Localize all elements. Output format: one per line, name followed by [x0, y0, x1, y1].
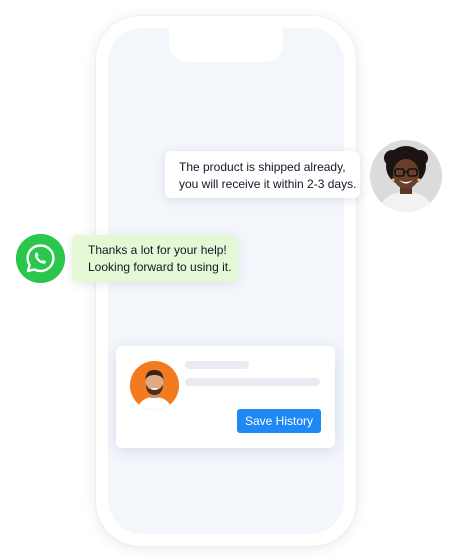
placeholder-line-short [185, 361, 249, 369]
phone-notch [169, 26, 283, 62]
contact-card: Save History [116, 346, 335, 448]
customer-message-line2: Looking forward to using it. [88, 260, 232, 274]
save-history-button[interactable]: Save History [237, 409, 321, 433]
agent-message-bubble: The product is shipped already, you will… [165, 151, 360, 198]
agent-message-line1: The product is shipped already, [179, 160, 346, 174]
customer-message-line1: Thanks a lot for your help! [88, 243, 227, 257]
customer-avatar [130, 361, 179, 410]
placeholder-line-long [185, 378, 320, 386]
customer-message-bubble: Thanks a lot for your help! Looking forw… [72, 235, 238, 282]
whatsapp-icon [16, 234, 65, 283]
stage: The product is shipped already, you will… [0, 0, 458, 560]
agent-avatar [370, 140, 442, 212]
agent-message-line2: you will receive it within 2-3 days. [179, 177, 357, 191]
